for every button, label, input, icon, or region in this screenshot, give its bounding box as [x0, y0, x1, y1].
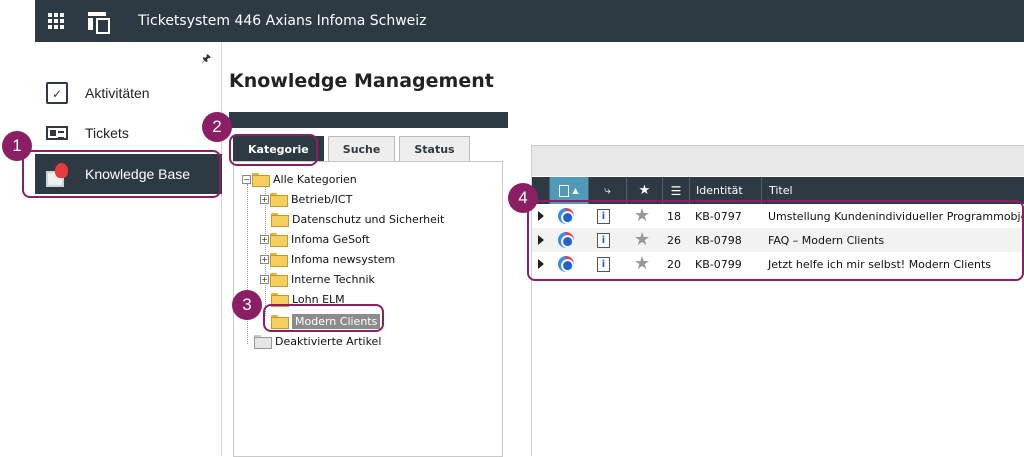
- tab-status[interactable]: Status: [399, 136, 470, 162]
- folder-grey-icon: [254, 335, 272, 349]
- top-bar: Ticketsystem 446 Axians Infoma Schweiz: [35, 0, 1024, 42]
- sidebar-item-tickets[interactable]: Tickets: [35, 114, 222, 152]
- sidebar-item-label: Tickets: [85, 125, 129, 141]
- expand-toggle-icon[interactable]: +: [260, 254, 269, 264]
- callout-badge-3: 3: [232, 290, 262, 320]
- page-title: Knowledge Management: [229, 70, 494, 92]
- tree-node-label: Alle Kategorien: [273, 172, 357, 186]
- article-panel: ▲ ⤷ ★ ☰ Identität Titel i ★ 18 KB-0797 U…: [531, 145, 1024, 456]
- callout-outline-3: [263, 304, 384, 332]
- document-icon: [559, 184, 570, 197]
- tree-node-label: Datenschutz und Sicherheit: [292, 212, 445, 226]
- tree-node-datenschutz[interactable]: Datenschutz und Sicherheit: [271, 210, 444, 228]
- tree-node-infoma-gesoft[interactable]: + Infoma GeSoft: [260, 230, 370, 248]
- star-header-icon: ★: [638, 183, 651, 198]
- callout-badge-1: 1: [2, 131, 32, 161]
- tree-node-root[interactable]: − Alle Kategorien: [242, 170, 357, 188]
- tab-suche[interactable]: Suche: [327, 136, 396, 162]
- folder-icon: [270, 253, 288, 267]
- callout-outline-1: [22, 150, 221, 198]
- sort-asc-icon: ▲: [572, 186, 579, 195]
- folder-icon: [271, 213, 289, 227]
- pin-icon[interactable]: 🖈: [201, 50, 211, 69]
- folder-icon: [270, 273, 288, 287]
- tree-node-label: Interne Technik: [291, 272, 375, 286]
- ticket-card-icon: [46, 126, 68, 140]
- expand-toggle-icon[interactable]: +: [260, 274, 269, 284]
- folder-icon: [270, 193, 288, 207]
- tree-guide-line: [247, 184, 248, 344]
- tree-node-infoma-newsystem[interactable]: + Infoma newsystem: [260, 250, 395, 268]
- sidebar-item-aktivitaeten[interactable]: Aktivitäten: [35, 74, 222, 112]
- collapse-toggle-icon[interactable]: −: [242, 174, 251, 184]
- panel-header: [229, 112, 508, 128]
- callout-badge-2: 2: [202, 112, 232, 142]
- grid-toolbar: [532, 145, 1024, 176]
- clipboard-check-icon: [46, 82, 68, 104]
- folder-open-icon: [252, 173, 270, 187]
- sidebar: 🖈 Aktivitäten Tickets Knowledge Base: [35, 42, 222, 456]
- callout-badge-4: 4: [508, 183, 538, 213]
- app-grid-icon[interactable]: [48, 13, 64, 29]
- folder-icon: [270, 233, 288, 247]
- tree-node-label: Infoma newsystem: [291, 252, 396, 266]
- tree-node-label: Deaktivierte Artikel: [275, 334, 382, 348]
- tree-node-label: Betrieb/ICT: [291, 192, 353, 206]
- expand-toggle-icon[interactable]: +: [260, 194, 269, 204]
- callout-outline-4: [527, 200, 1024, 281]
- workflow-icon: ⤷: [604, 183, 611, 197]
- panel-layout-icon[interactable]: [88, 12, 110, 34]
- list-icon: ☰: [670, 183, 682, 198]
- expand-toggle-icon[interactable]: +: [260, 234, 269, 244]
- callout-outline-2: [229, 134, 318, 166]
- tree-node-interne-technik[interactable]: + Interne Technik: [260, 270, 375, 288]
- tree-node-deaktivierte-artikel[interactable]: Deaktivierte Artikel: [254, 332, 381, 350]
- tree-node-label: Infoma GeSoft: [291, 232, 370, 246]
- app-title: Ticketsystem 446 Axians Infoma Schweiz: [138, 13, 427, 29]
- sidebar-item-label: Aktivitäten: [85, 85, 150, 101]
- tree-node-betrieb-ict[interactable]: + Betrieb/ICT: [260, 190, 352, 208]
